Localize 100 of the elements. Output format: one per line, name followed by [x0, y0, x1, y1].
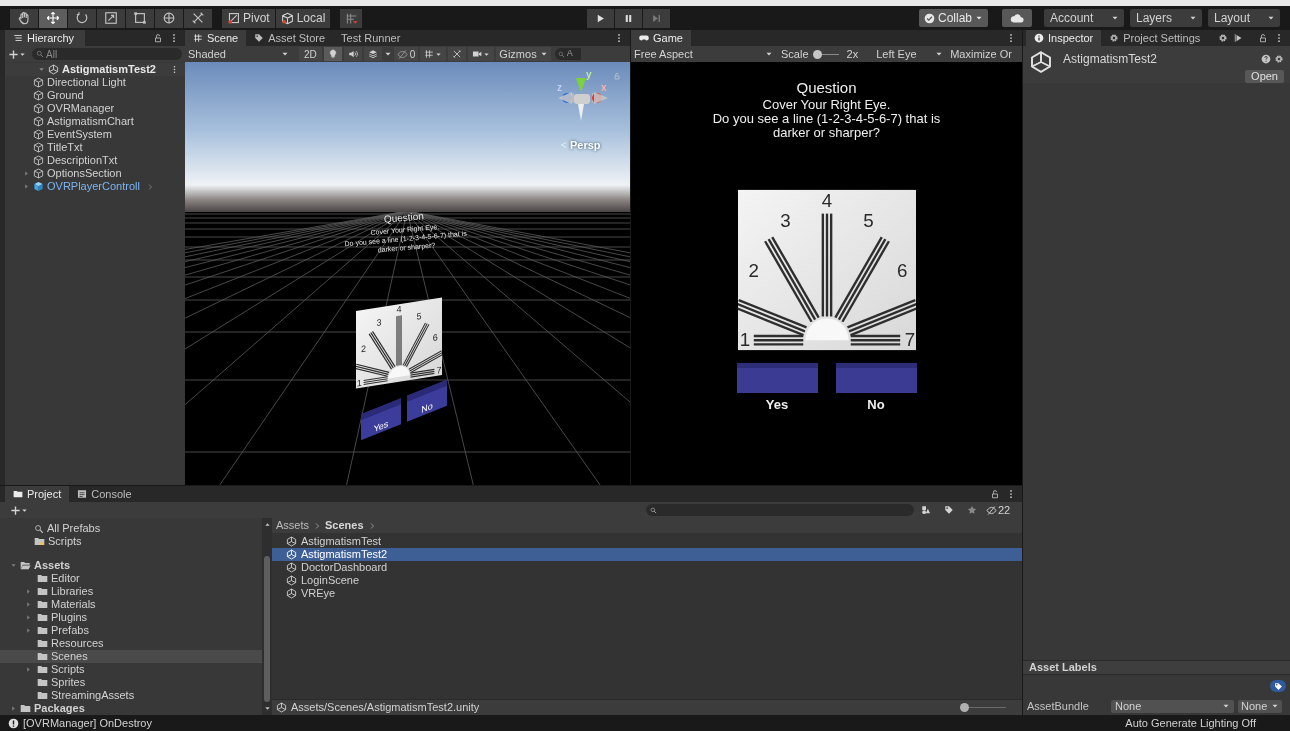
hidden-objects-button[interactable]: 0 [393, 47, 419, 61]
panel-tab[interactable]: Game [631, 30, 691, 46]
tool-button[interactable] [126, 8, 154, 28]
project-folder-item[interactable]: Packages [0, 702, 262, 715]
pause-button[interactable] [614, 8, 642, 28]
gizmos-dropdown[interactable]: Gizmos [496, 47, 551, 61]
project-folder-item[interactable]: Scenes [0, 650, 262, 663]
account-dropdown[interactable]: Account [1044, 9, 1124, 27]
scene-file-item[interactable]: AstigmatismTest2 [272, 548, 1022, 561]
local-button[interactable]: Local [275, 8, 331, 28]
tool-button[interactable] [39, 8, 67, 28]
panel-tab[interactable]: Hierarchy [5, 30, 85, 46]
project-folder-item[interactable]: Prefabs [0, 624, 262, 637]
tool-button[interactable] [184, 8, 212, 28]
slider-thumb[interactable] [812, 49, 822, 59]
chart-number: 1 [356, 377, 362, 389]
variant-dropdown[interactable]: None [1238, 699, 1282, 713]
hidden-packages-button[interactable]: 22 [986, 503, 1011, 517]
maximize-toggle[interactable]: Maximize Or [950, 45, 1012, 63]
hierarchy-item[interactable]: DescriptionTxt [33, 154, 185, 167]
chart-number: 6 [432, 332, 438, 343]
axis-label: z [557, 81, 562, 95]
help-icon [1261, 54, 1271, 64]
pivot-button[interactable]: Pivot [222, 8, 275, 28]
project-folder-item[interactable]: Scripts [0, 663, 262, 676]
question-text: Do you see a line (1-2-3-4-5-6-7) that is [712, 112, 941, 126]
project-folder-item[interactable]: Libraries [0, 585, 262, 598]
audio-button[interactable] [343, 47, 362, 61]
collab-button[interactable]: Collab [918, 9, 988, 27]
shading-dropdown[interactable]: Shaded [188, 47, 293, 61]
project-folder-item[interactable]: Plugins [0, 611, 262, 624]
breadcrumb-item[interactable]: Scenes [325, 517, 364, 534]
folder-icon [37, 586, 48, 597]
hierarchy-item[interactable]: OptionsSection [23, 167, 185, 180]
cube-icon [33, 77, 44, 88]
aspect-dropdown[interactable]: Free Aspect [634, 47, 777, 61]
tool-button[interactable] [68, 8, 96, 28]
project-folder-item[interactable]: Sprites [0, 676, 262, 689]
chart-number: 7 [904, 329, 915, 351]
play-button[interactable] [586, 8, 614, 28]
favorite-item[interactable]: All Prefabs [0, 522, 262, 535]
search-field[interactable] [646, 504, 914, 516]
slider-thumb[interactable] [960, 703, 969, 712]
project-folder-item[interactable]: Resources [0, 637, 262, 650]
tool-button[interactable] [10, 8, 38, 28]
hierarchy-item[interactable]: EventSystem [33, 128, 185, 141]
chart-number: 7 [436, 365, 442, 376]
panel-tab[interactable]: Project [5, 486, 70, 502]
panel-tab[interactable]: Scene [185, 30, 247, 46]
favorite-item[interactable]: Scripts [0, 535, 262, 548]
hierarchy-scene-item[interactable]: AstigmatismTest2 [5, 63, 185, 76]
hierarchy-item[interactable]: TitleTxt [33, 141, 185, 154]
tool-button[interactable] [97, 8, 125, 28]
scene-file-item[interactable]: DoctorDashboard [272, 561, 1022, 574]
effects-button[interactable] [363, 47, 382, 61]
pivot-icon [227, 11, 240, 25]
open-button[interactable]: Open [1245, 70, 1284, 83]
project-folder-item[interactable]: Editor [0, 572, 262, 585]
add-button[interactable] [10, 504, 28, 516]
layout-dropdown[interactable]: Layout [1208, 9, 1280, 27]
arrowright-icon [1234, 33, 1244, 43]
grid-snap-button[interactable] [340, 8, 363, 28]
hierarchy-item[interactable]: Directional Light [33, 76, 185, 89]
camera-button[interactable] [468, 47, 495, 61]
scene-file-item[interactable]: VREye [272, 587, 1022, 600]
scrollbar[interactable] [262, 518, 272, 715]
search-field[interactable]: A [554, 48, 581, 60]
settings-button[interactable] [1274, 54, 1284, 64]
grid-button[interactable] [420, 47, 447, 61]
cloud-button[interactable] [1002, 9, 1032, 27]
bundle-dropdown[interactable]: None [1111, 699, 1234, 713]
add-button[interactable] [8, 48, 26, 60]
hierarchy-item[interactable]: Ground [33, 89, 185, 102]
breadcrumb-item[interactable]: Assets [276, 517, 309, 534]
scene-file-item[interactable]: AstigmatismTest [272, 535, 1022, 548]
rect-tool-icon [133, 11, 147, 25]
caret-icon [21, 506, 28, 514]
add-label-button[interactable] [1270, 680, 1286, 692]
caret-icon [383, 50, 392, 58]
project-folder-item[interactable]: Materials [0, 598, 262, 611]
scene-file-item[interactable]: LoginScene [272, 574, 1022, 587]
tool-button[interactable] [155, 8, 183, 28]
project-folder-item[interactable]: StreamingAssets [0, 689, 262, 702]
panel-tab[interactable]: Inspector [1026, 30, 1102, 46]
chart-number: 6 [896, 259, 907, 281]
layers-dropdown[interactable]: Layers [1130, 9, 1202, 27]
mode-2d-button[interactable]: 2D [299, 47, 322, 61]
lighting-button[interactable] [323, 47, 342, 61]
tools-button[interactable] [448, 47, 467, 61]
help-button[interactable] [1261, 54, 1271, 64]
tag-icon [1273, 681, 1283, 691]
step-button[interactable] [642, 8, 670, 28]
cube-icon [33, 103, 44, 114]
eye-dropdown[interactable]: Left Eye [876, 47, 947, 61]
eye-slash-icon [986, 504, 997, 516]
hierarchy-item[interactable]: AstigmatismChart [33, 115, 185, 128]
hierarchy-item[interactable]: OVRManager [33, 102, 185, 115]
hierarchy-item[interactable]: OVRPlayerControll [23, 180, 185, 193]
search-field[interactable]: All [32, 48, 182, 60]
project-folder-item[interactable]: Assets [0, 559, 262, 572]
